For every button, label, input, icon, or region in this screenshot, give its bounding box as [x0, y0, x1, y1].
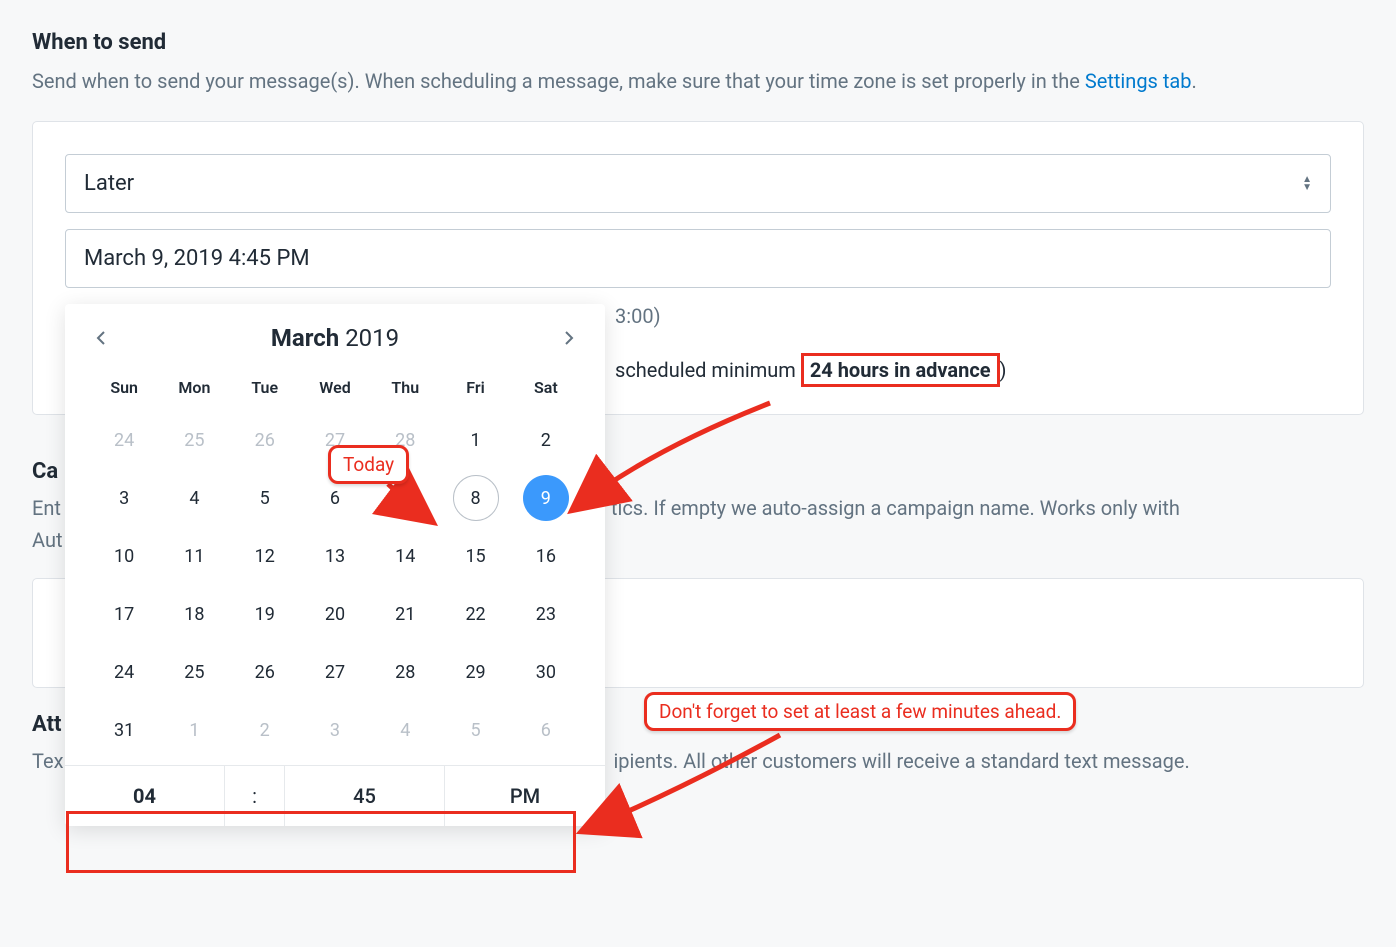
calendar-day[interactable]: 22 — [440, 585, 510, 643]
calendar-title: March 2019 — [271, 324, 399, 352]
calendar-day[interactable]: 27 — [300, 643, 370, 701]
attachment-desc-fragment: Tex — [32, 749, 64, 773]
calendar-day[interactable]: 18 — [159, 585, 229, 643]
calendar-day[interactable]: 6 — [511, 701, 581, 759]
calendar-dow: Sat — [511, 370, 581, 411]
calendar-dow: Wed — [300, 370, 370, 411]
campaign-desc1-fragment: Ent — [32, 496, 61, 520]
calendar-day[interactable]: 28 — [370, 643, 440, 701]
calendar-dow: Thu — [370, 370, 440, 411]
calendar-day[interactable]: 4 — [370, 701, 440, 759]
annotation-ahead: Don't forget to set at least a few minut… — [644, 692, 1076, 731]
calendar-day[interactable]: 3 — [89, 469, 159, 527]
calendar-day[interactable]: 3 — [300, 701, 370, 759]
calendar-day[interactable]: 20 — [300, 585, 370, 643]
calendar-day[interactable]: 21 — [370, 585, 440, 643]
calendar-month: March — [271, 324, 339, 352]
calendar-day[interactable]: 5 — [440, 701, 510, 759]
calendar-day[interactable]: 14 — [370, 527, 440, 585]
calendar-dow: Tue — [230, 370, 300, 411]
calendar-day[interactable]: 11 — [159, 527, 229, 585]
datetime-value: March 9, 2019 4:45 PM — [84, 246, 310, 271]
calendar-day[interactable]: 1 — [440, 411, 510, 469]
calendar-day[interactable]: 2 — [511, 411, 581, 469]
calendar-day[interactable]: 4 — [159, 469, 229, 527]
calendar-day[interactable]: 26 — [230, 411, 300, 469]
calendar-day[interactable]: 25 — [159, 411, 229, 469]
time-hour[interactable]: 04 — [65, 766, 225, 826]
calendar-day[interactable]: 10 — [89, 527, 159, 585]
calendar-day[interactable]: 15 — [440, 527, 510, 585]
datetime-input[interactable]: March 9, 2019 4:45 PM — [65, 229, 1331, 288]
settings-tab-link[interactable]: Settings tab — [1085, 69, 1192, 93]
desc-suffix: . — [1191, 69, 1196, 93]
calendar-day[interactable]: 24 — [89, 411, 159, 469]
when-to-send-title: When to send — [32, 30, 1364, 55]
time-minute[interactable]: 45 — [285, 766, 445, 826]
calendar-day[interactable]: 5 — [230, 469, 300, 527]
time-picker-row: 04 : 45 PM — [65, 765, 605, 826]
calendar-day[interactable]: 23 — [511, 585, 581, 643]
calendar-day[interactable]: 8 — [440, 469, 510, 527]
next-month-button[interactable] — [557, 326, 581, 350]
when-to-send-description: Send when to send your message(s). When … — [32, 65, 1364, 97]
calendar-day[interactable]: 25 — [159, 643, 229, 701]
calendar-day[interactable]: 12 — [230, 527, 300, 585]
chevron-updown-icon: ▲▼ — [1302, 176, 1312, 192]
calendar-day[interactable]: 17 — [89, 585, 159, 643]
desc-text: Send when to send your message(s). When … — [32, 69, 1085, 93]
when-select-value: Later — [84, 171, 134, 196]
calendar-year: 2019 — [345, 324, 399, 352]
hint-highlight: 24 hours in advance — [801, 353, 1000, 387]
campaign-desc-right: tics. If empty we auto-assign a campaign… — [611, 496, 1180, 520]
calendar-day[interactable]: 13 — [300, 527, 370, 585]
calendar-day[interactable]: 31 — [89, 701, 159, 759]
when-to-send-card: Later ▲▼ March 9, 2019 4:45 PM 3:00) sch… — [32, 121, 1364, 415]
calendar-day[interactable]: 2 — [230, 701, 300, 759]
calendar-day[interactable]: 9 — [511, 469, 581, 527]
calendar-day[interactable]: 26 — [230, 643, 300, 701]
when-select[interactable]: Later ▲▼ — [65, 154, 1331, 213]
calendar-day[interactable]: 30 — [511, 643, 581, 701]
annotation-today: Today — [328, 445, 409, 484]
prev-month-button[interactable] — [89, 326, 113, 350]
hint-suffix: ) — [1000, 358, 1007, 382]
hint-prefix: scheduled minimum — [615, 358, 801, 382]
calendar-dow: Sun — [89, 370, 159, 411]
calendar-dow: Fri — [440, 370, 510, 411]
attachment-desc-right: ipients. All other customers will receiv… — [613, 749, 1189, 773]
calendar-day[interactable]: 29 — [440, 643, 510, 701]
time-ampm[interactable]: PM — [445, 766, 605, 826]
calendar-dow: Mon — [159, 370, 229, 411]
calendar-day[interactable]: 19 — [230, 585, 300, 643]
calendar-day[interactable]: 16 — [511, 527, 581, 585]
time-separator: : — [225, 766, 285, 826]
calendar-day[interactable]: 24 — [89, 643, 159, 701]
calendar-popup: March 2019 SunMonTueWedThuFriSat 2425262… — [65, 304, 605, 826]
calendar-day[interactable]: 1 — [159, 701, 229, 759]
